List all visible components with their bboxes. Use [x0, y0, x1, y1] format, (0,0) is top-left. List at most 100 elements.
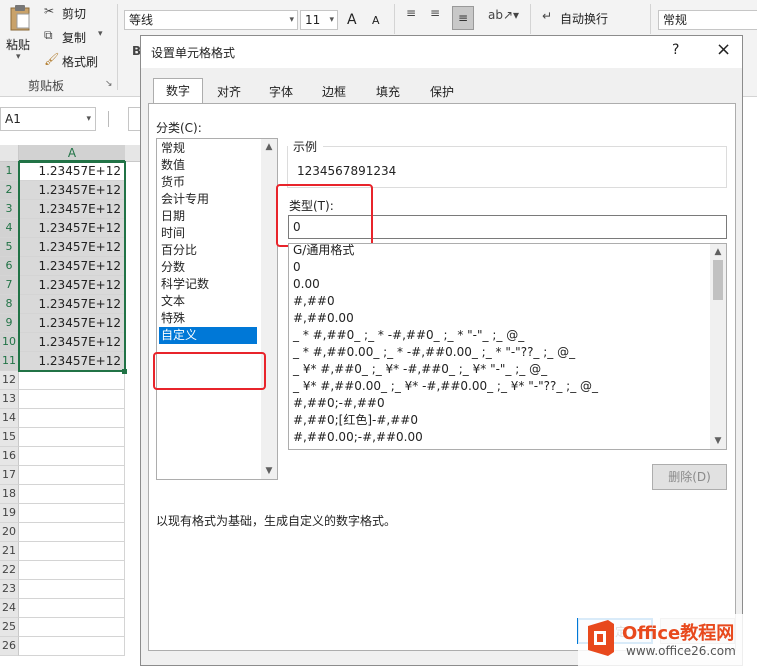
align-bottom-icon[interactable]: ≡	[452, 6, 474, 30]
row-header[interactable]: 7	[0, 276, 19, 295]
format-item[interactable]: _ * #,##0_ ;_ * -#,##0_ ;_ * "-"_ ;_ @_	[291, 327, 705, 344]
format-item[interactable]: #,##0.00;-#,##0.00	[291, 429, 705, 446]
row-header[interactable]: 11	[0, 352, 19, 371]
row-header[interactable]: 12	[0, 371, 19, 390]
category-item[interactable]: 会计专用	[159, 191, 257, 208]
tab-2[interactable]: 字体	[257, 79, 305, 103]
cut-button[interactable]: 剪切	[62, 5, 86, 22]
fill-handle[interactable]	[122, 369, 127, 374]
scroll-down-icon[interactable]: ▼	[261, 463, 277, 479]
row-header[interactable]: 13	[0, 390, 19, 409]
row-header[interactable]: 16	[0, 447, 19, 466]
cell[interactable]	[19, 599, 125, 618]
format-item[interactable]: #,##0	[291, 293, 705, 310]
row-header[interactable]: 25	[0, 618, 19, 637]
font-size-combo[interactable]: 11 ▾	[300, 10, 338, 30]
cell[interactable]	[19, 409, 125, 428]
row-header[interactable]: 26	[0, 637, 19, 656]
tab-3[interactable]: 边框	[309, 79, 359, 103]
cell[interactable]	[19, 485, 125, 504]
font-name-combo[interactable]: 等线 ▾	[124, 10, 298, 30]
tab-4[interactable]: 填充	[363, 79, 413, 103]
column-header-a[interactable]: A	[19, 145, 125, 162]
category-item[interactable]: 分数	[159, 259, 257, 276]
row-header[interactable]: 4	[0, 219, 19, 238]
name-box[interactable]: A1 ▾	[0, 107, 96, 131]
close-icon[interactable]: ×	[716, 39, 731, 60]
row-header[interactable]: 1	[0, 162, 19, 181]
category-item[interactable]: 百分比	[159, 242, 257, 259]
format-item[interactable]: _ * #,##0.00_ ;_ * -#,##0.00_ ;_ * "-"??…	[291, 344, 705, 361]
align-middle-icon[interactable]: ≡	[430, 6, 440, 20]
cell[interactable]	[19, 447, 125, 466]
tab-5[interactable]: 保护	[417, 79, 467, 103]
cell[interactable]	[19, 580, 125, 599]
row-header[interactable]: 22	[0, 561, 19, 580]
category-item[interactable]: 数值	[159, 157, 257, 174]
format-item[interactable]: 0.00	[291, 276, 705, 293]
cell[interactable]	[19, 371, 125, 390]
cell[interactable]	[19, 618, 125, 637]
orientation-icon[interactable]: ab↗▾	[488, 8, 519, 22]
category-item[interactable]: 特殊	[159, 310, 257, 327]
delete-button[interactable]: 删除(D)	[652, 464, 727, 490]
paste-dropdown-icon[interactable]: ▾	[16, 52, 21, 62]
tab-1[interactable]: 对齐	[205, 79, 253, 103]
scroll-down-icon[interactable]: ▼	[710, 433, 726, 449]
scrollbar-thumb[interactable]	[713, 260, 723, 300]
cell[interactable]	[19, 504, 125, 523]
category-item[interactable]: 文本	[159, 293, 257, 310]
wrap-text-button[interactable]: 自动换行	[560, 10, 608, 27]
align-top-icon[interactable]: ≡	[406, 6, 416, 20]
cell[interactable]	[19, 561, 125, 580]
format-painter-button[interactable]: 格式刷	[62, 53, 98, 70]
format-item[interactable]: #,##0;[红色]-#,##0	[291, 412, 705, 429]
format-item[interactable]: #,##0;-#,##0	[291, 395, 705, 412]
row-header[interactable]: 19	[0, 504, 19, 523]
cell[interactable]	[19, 523, 125, 542]
category-scrollbar[interactable]: ▲ ▼	[261, 139, 277, 479]
row-header[interactable]: 6	[0, 257, 19, 276]
cell[interactable]	[19, 637, 125, 656]
format-scrollbar[interactable]: ▲ ▼	[710, 244, 726, 449]
format-item[interactable]: 0	[291, 259, 705, 276]
tab-0[interactable]: 数字	[153, 78, 203, 104]
copy-button[interactable]: 复制	[62, 29, 86, 46]
scroll-up-icon[interactable]: ▲	[261, 139, 277, 155]
help-button[interactable]: ?	[672, 42, 679, 58]
cell[interactable]	[19, 466, 125, 485]
row-header[interactable]: 20	[0, 523, 19, 542]
grow-font-button[interactable]: A	[347, 12, 357, 28]
category-item[interactable]: 日期	[159, 208, 257, 225]
format-item[interactable]: _ ¥* #,##0_ ;_ ¥* -#,##0_ ;_ ¥* "-"_ ;_ …	[291, 361, 705, 378]
row-header[interactable]: 14	[0, 409, 19, 428]
row-header[interactable]: 23	[0, 580, 19, 599]
row-header[interactable]: 18	[0, 485, 19, 504]
format-item[interactable]: #,##0.00	[291, 310, 705, 327]
select-all-corner[interactable]	[0, 145, 19, 162]
row-header[interactable]: 5	[0, 238, 19, 257]
category-list[interactable]: 常规 数值 货币 会计专用 日期 时间 百分比 分数 科学记数 文本 特殊 自定义 ▲ ▼	[156, 138, 278, 480]
cell[interactable]	[19, 542, 125, 561]
cell[interactable]	[19, 428, 125, 447]
format-item[interactable]: G/通用格式	[291, 244, 705, 259]
row-header[interactable]: 9	[0, 314, 19, 333]
number-format-combo[interactable]: 常规	[658, 10, 757, 30]
row-header[interactable]: 8	[0, 295, 19, 314]
row-header[interactable]: 21	[0, 542, 19, 561]
category-item[interactable]: 常规	[159, 140, 257, 157]
scroll-up-icon[interactable]: ▲	[710, 244, 726, 260]
category-item[interactable]: 时间	[159, 225, 257, 242]
cell[interactable]	[19, 390, 125, 409]
row-header[interactable]: 2	[0, 181, 19, 200]
row-header[interactable]: 17	[0, 466, 19, 485]
clipboard-icon[interactable]	[8, 4, 32, 32]
shrink-font-button[interactable]: A	[372, 14, 380, 27]
category-item[interactable]: 科学记数	[159, 276, 257, 293]
format-list[interactable]: G/通用格式 0 0.00 #,##0 #,##0.00 _ * #,##0_ ;_ * …	[288, 243, 727, 450]
copy-dropdown-icon[interactable]: ▾	[98, 29, 103, 39]
category-item[interactable]: 自定义	[159, 327, 257, 344]
category-item[interactable]: 货币	[159, 174, 257, 191]
paste-button[interactable]: 粘贴	[6, 36, 30, 53]
row-header[interactable]: 3	[0, 200, 19, 219]
